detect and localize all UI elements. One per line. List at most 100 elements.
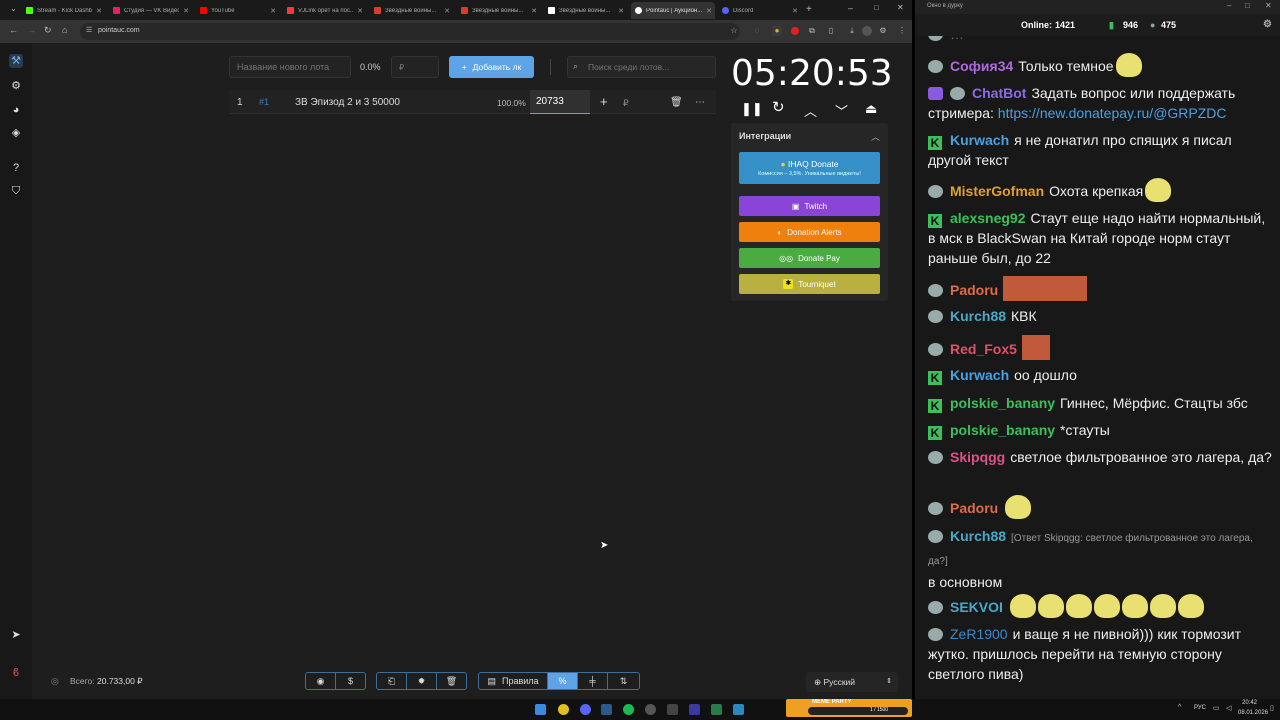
notification-icon[interactable]: ▯ <box>1270 704 1274 712</box>
close-icon[interactable]: ✕ <box>792 7 798 15</box>
reset-icon[interactable]: ↻ <box>772 98 785 116</box>
donation-alerts-button[interactable]: ◐ Donation Alerts <box>739 222 880 242</box>
split-button[interactable]: ╪ <box>577 672 608 690</box>
chat-username[interactable]: Red_Fox5 <box>950 341 1017 357</box>
clock-time[interactable]: 20:42 <box>1242 700 1257 706</box>
chat-username[interactable]: Kurwach <box>950 367 1009 383</box>
language-indicator[interactable]: РУС <box>1194 705 1206 711</box>
downloads-icon[interactable]: ⤓ <box>847 26 857 36</box>
new-tab-icon[interactable]: + <box>806 4 812 15</box>
url-field[interactable]: pointauc.com <box>80 23 740 40</box>
more-icon[interactable]: ⋯ <box>695 97 705 108</box>
help-icon[interactable]: ? <box>9 161 23 175</box>
chat-username[interactable]: Skipqgg <box>950 449 1005 465</box>
close-icon[interactable]: ✕ <box>618 7 624 15</box>
menu-icon[interactable]: ⋮ <box>897 26 907 36</box>
lot-amount-input[interactable] <box>391 56 439 78</box>
app-icon[interactable] <box>689 704 700 715</box>
network-icon[interactable]: ▭ <box>1213 704 1220 712</box>
tab-starwars-1[interactable]: Звёздные войны... ✕ <box>370 2 453 19</box>
chat-username[interactable]: alexsneg92 <box>950 210 1026 226</box>
rules-button[interactable]: ▤ Правила <box>478 672 548 690</box>
lot-name[interactable]: ЗВ Эпизод 2 и 3 50000 <box>295 97 400 108</box>
chat-username[interactable]: Kurwach <box>950 132 1009 148</box>
clock-date[interactable]: 08.01.2026 <box>1238 710 1268 716</box>
language-select[interactable]: ⊕ Русский ⇕ <box>806 672 898 692</box>
github-button[interactable]: ◉ <box>305 672 336 690</box>
meme-party-widget[interactable]: MEME PARTY 1 / 1500 <box>786 699 912 717</box>
site-info-icon[interactable]: ☰ <box>86 26 92 34</box>
chat-username[interactable]: MisterGofman <box>950 183 1044 199</box>
extension-icon[interactable]: ◌ <box>752 26 762 36</box>
chevron-up-icon[interactable]: ^ <box>1178 704 1181 711</box>
chat-username[interactable]: ChatBot <box>972 85 1026 101</box>
spotify-icon[interactable] <box>623 704 634 715</box>
bookmark-star-icon[interactable]: ☆ <box>729 26 739 36</box>
close-icon[interactable]: ✕ <box>96 7 102 15</box>
tab-starwars-3[interactable]: Звёздные войны... ✕ <box>544 2 627 19</box>
lot-search-input[interactable] <box>567 56 716 78</box>
layers-icon[interactable]: ◈ <box>9 126 23 140</box>
app-icon[interactable] <box>645 704 656 715</box>
close-icon[interactable]: ✕ <box>444 7 450 15</box>
collapse-icon[interactable]: ⏏ <box>865 101 877 117</box>
extension-icon[interactable]: ⬤ <box>790 26 800 36</box>
steam-icon[interactable] <box>601 704 612 715</box>
close-icon[interactable]: ✕ <box>1265 1 1272 10</box>
close-icon[interactable]: ✕ <box>531 7 537 15</box>
chat-settings-icon[interactable]: ⚙ <box>1263 19 1272 30</box>
close-icon[interactable]: ✕ <box>357 7 363 15</box>
tab-youtube[interactable]: YouTube ✕ <box>196 2 279 19</box>
telegram-icon[interactable] <box>733 704 744 715</box>
chat-username[interactable]: polskie_banany <box>950 395 1055 411</box>
extensions-puzzle-icon[interactable]: ⧉ <box>807 26 817 36</box>
tab-vk[interactable]: Студия — VK Видео ✕ <box>109 2 192 19</box>
forward-icon[interactable]: → <box>27 25 36 35</box>
import-button[interactable]: ⎗ <box>376 672 407 690</box>
close-window-icon[interactable]: ✕ <box>897 3 904 12</box>
boosty-icon[interactable]: ϐ <box>9 666 23 680</box>
donate-pay-button[interactable]: ◎◎ Donate Pay <box>739 248 880 268</box>
settings-icon[interactable]: ⚙ <box>878 26 888 36</box>
app-icon[interactable] <box>711 704 722 715</box>
tab-pointauc[interactable]: Pointauc | Аукцион... ✕ <box>631 2 715 19</box>
windows-start-icon[interactable] <box>535 704 546 715</box>
decrease-icon[interactable]: ﹀ <box>835 101 848 120</box>
tab-kick[interactable]: Stream - Kick Dashboard✕ <box>22 2 105 19</box>
shield-icon[interactable]: ⛉ <box>9 184 23 198</box>
volume-icon[interactable]: ◁ <box>1226 704 1231 712</box>
profile-avatar[interactable] <box>862 26 872 36</box>
clear-button[interactable]: 🗑 <box>436 672 467 690</box>
lot-row[interactable]: 1 #1 ЗВ Эпизод 2 и 3 50000 100.0% 20733 … <box>229 90 716 114</box>
sort-button[interactable]: ⇅ <box>607 672 640 690</box>
close-icon[interactable]: ✕ <box>706 7 712 15</box>
add-lot-button[interactable]: + Добавить лк <box>449 56 534 78</box>
increase-icon[interactable]: ︿ <box>804 101 817 120</box>
percent-toggle[interactable]: % <box>547 672 578 690</box>
tab-search-icon[interactable]: ⌄ <box>10 4 17 13</box>
hide-eye-icon[interactable]: ◎ <box>51 676 59 687</box>
minimize-icon[interactable]: – <box>848 3 853 13</box>
gear-icon[interactable]: ⚙ <box>9 79 23 93</box>
discord-icon[interactable] <box>580 704 591 715</box>
bug-report-button[interactable]: ✹ <box>406 672 437 690</box>
chevron-up-icon[interactable]: ︿ <box>871 130 880 143</box>
close-icon[interactable]: ✕ <box>270 7 276 15</box>
pause-icon[interactable]: ❚❚ <box>741 101 763 117</box>
extension-icon[interactable]: ● <box>772 26 782 36</box>
wheel-icon[interactable]: ◕ <box>9 103 23 117</box>
maximize-icon[interactable]: □ <box>1245 1 1250 10</box>
maximize-icon[interactable]: □ <box>874 3 879 12</box>
ihaq-donate-button[interactable]: ● IHAQ Donate Комиссия – 3,5%. Уникальны… <box>739 152 880 184</box>
chat-username[interactable]: Padoru <box>950 500 998 516</box>
lot-name-input[interactable] <box>229 56 351 78</box>
chrome-icon[interactable] <box>558 704 569 715</box>
home-icon[interactable]: ⌂ <box>62 25 67 35</box>
lot-value-input[interactable]: 20733 <box>530 90 590 114</box>
tab-discord[interactable]: Discord ✕ <box>718 2 801 19</box>
minimize-icon[interactable]: – <box>1227 1 1231 10</box>
reload-icon[interactable]: ↻ <box>44 25 52 36</box>
chat-username[interactable]: ZeR1900 <box>950 626 1008 642</box>
donate-button[interactable]: $ <box>335 672 366 690</box>
twitch-button[interactable]: ▣ Twitch <box>739 196 880 216</box>
